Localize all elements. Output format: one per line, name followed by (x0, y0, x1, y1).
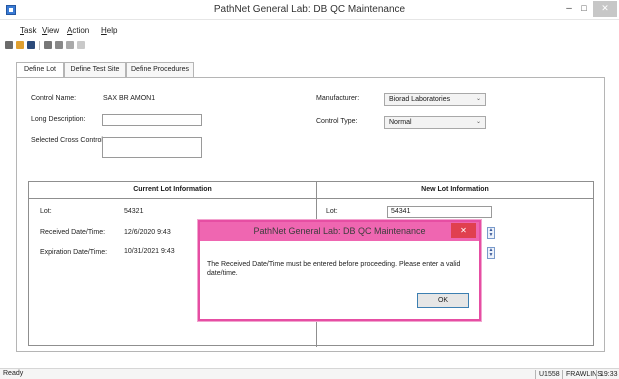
save-icon[interactable] (27, 41, 35, 49)
tab-define-procedures[interactable]: Define Procedures (126, 62, 194, 77)
open-folder-icon[interactable] (16, 41, 24, 49)
menu-help[interactable]: Help (101, 26, 117, 35)
manufacturer-label: Manufacturer: (316, 95, 360, 102)
status-time: 19:33 (596, 370, 619, 379)
toolbar-separator (39, 41, 40, 50)
current-lot-label: Lot: (40, 208, 52, 215)
status-user: FRAWLINS (562, 370, 602, 379)
new-lot-input[interactable]: 54341 (387, 206, 492, 218)
current-lot-header: Current Lot Information (29, 182, 316, 199)
dialog-title-bar: PathNet General Lab: DB QC Maintenance ✕ (200, 222, 479, 241)
control-name-label: Control Name: (31, 95, 77, 102)
toolbar (5, 40, 205, 52)
chevron-down-icon: ⌄ (475, 96, 481, 102)
status-bar: Ready U1558 FRAWLINS 19:33 (0, 368, 619, 379)
expiration-date-spinner[interactable]: ▲ ▼ (487, 247, 495, 259)
list-icon[interactable] (55, 41, 63, 49)
long-description-input[interactable] (102, 114, 202, 126)
status-code: U1558 (535, 370, 562, 379)
cross-controls-list[interactable] (102, 137, 202, 158)
ok-button[interactable]: OK (417, 293, 469, 308)
save-all-icon[interactable] (5, 41, 13, 49)
new-lot-header: New Lot Information (317, 182, 593, 199)
current-received-label: Received Date/Time: (40, 229, 106, 236)
current-lot-value: 54321 (124, 208, 144, 215)
error-dialog: PathNet General Lab: DB QC Maintenance ✕… (198, 220, 481, 321)
received-date-spinner[interactable]: ▲ ▼ (487, 227, 495, 239)
tab-define-test-site[interactable]: Define Test Site (64, 62, 126, 77)
current-expiration-label: Expiration Date/Time: (40, 249, 108, 256)
control-name-value: SAX BR AMON1 (103, 95, 156, 102)
manufacturer-dropdown[interactable]: Biorad Laboratories ⌄ (384, 93, 486, 106)
dialog-close-button[interactable]: ✕ (451, 223, 476, 238)
menu-view-label: iew (47, 26, 60, 35)
maximize-button[interactable]: □ (577, 1, 591, 17)
minimize-button[interactable]: – (562, 1, 576, 17)
long-description-label: Long Description: (31, 116, 86, 123)
menu-action[interactable]: Action (67, 26, 89, 35)
manufacturer-value: Biorad Laboratories (389, 96, 451, 103)
comment-icon[interactable] (66, 41, 74, 49)
dialog-title: PathNet General Lab: DB QC Maintenance (253, 226, 426, 236)
control-type-value: Normal (389, 119, 412, 126)
window-title: PathNet General Lab: DB QC Maintenance (213, 4, 406, 15)
menu-action-label: ction (72, 26, 90, 35)
close-button[interactable]: ✕ (593, 1, 617, 17)
menu-view[interactable]: View (42, 26, 59, 35)
menu-task[interactable]: Task (20, 26, 36, 35)
control-type-label: Control Type: (316, 118, 358, 125)
chevron-down-icon: ⌄ (475, 119, 481, 125)
current-expiration-value: 10/31/2021 9:43 (124, 248, 175, 255)
menu-help-label: elp (106, 26, 118, 35)
dialog-message: The Received Date/Time must be entered b… (207, 261, 461, 277)
tab-define-lot[interactable]: Define Lot (16, 62, 64, 78)
title-bar: PathNet General Lab: DB QC Maintenance –… (0, 0, 619, 20)
current-received-value: 12/6/2020 9:43 (124, 229, 171, 236)
menu-bar: Task View Action Help (0, 26, 619, 38)
grid-icon[interactable] (44, 41, 52, 49)
status-text: Ready (3, 370, 24, 377)
new-lot-label: Lot: (326, 208, 338, 215)
menu-task-label: ask (24, 26, 37, 35)
cross-controls-label: Selected Cross Controls: (31, 137, 109, 144)
copy-icon[interactable] (77, 41, 85, 49)
control-type-dropdown[interactable]: Normal ⌄ (384, 116, 486, 129)
